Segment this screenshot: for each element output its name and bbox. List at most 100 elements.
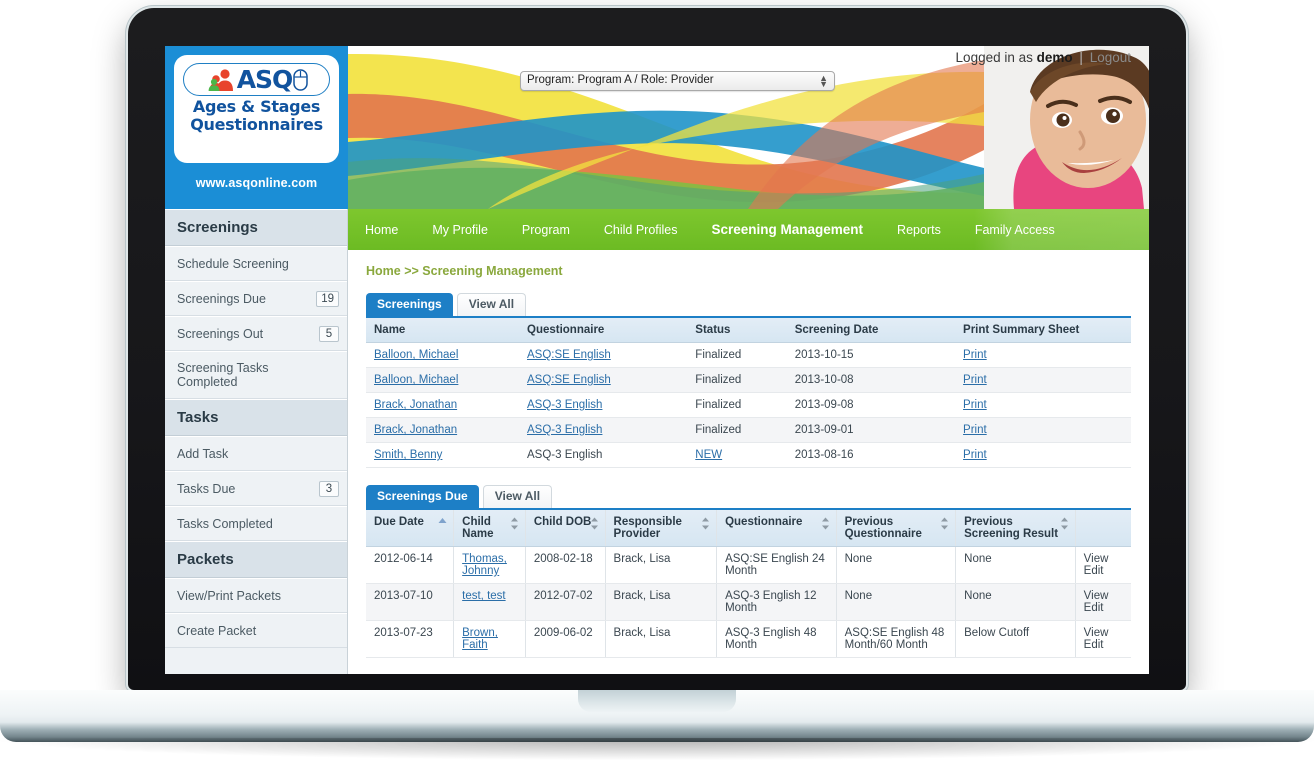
sidebar-item-screenings-due[interactable]: Screenings Due19 — [165, 281, 347, 316]
computer-mouse-icon — [293, 69, 308, 91]
screenings-tab-screenings[interactable]: Screenings — [366, 293, 453, 316]
laptop-trackpad-notch — [578, 690, 736, 712]
action-view-link[interactable]: View — [1084, 590, 1123, 602]
column-header-label: Responsible Provider — [614, 516, 682, 540]
cell-questionnaire[interactable]: ASQ-3 English — [519, 418, 687, 443]
cell-questionnaire-link[interactable]: ASQ-3 English — [527, 424, 602, 436]
nav-item-reports[interactable]: Reports — [897, 223, 941, 237]
column-header-questionnaire[interactable]: Questionnaire — [717, 509, 837, 547]
action-edit-link[interactable]: Edit — [1084, 565, 1123, 577]
action-view-link[interactable]: View — [1084, 627, 1123, 639]
column-header-print-summary-sheet[interactable]: Print Summary Sheet — [955, 317, 1131, 343]
cell-print-summary-link[interactable]: Print — [963, 424, 987, 436]
column-header-actions — [1075, 509, 1131, 547]
nav-item-home[interactable]: Home — [365, 223, 398, 237]
table-row: 2013-07-23Brown, Faith2009-06-02Brack, L… — [366, 621, 1131, 658]
cell-print-summary[interactable]: Print — [955, 418, 1131, 443]
breadcrumb: Home >> Screening Management — [366, 264, 1131, 278]
column-header-child-name[interactable]: Child Name — [454, 509, 526, 547]
cell-name-link[interactable]: Brack, Jonathan — [374, 399, 457, 411]
sidebar-item-tasks-due[interactable]: Tasks Due3 — [165, 471, 347, 506]
cell-name-link[interactable]: Balloon, Michael — [374, 374, 458, 386]
sidebar-item-tasks-completed[interactable]: Tasks Completed — [165, 506, 347, 541]
cell-name[interactable]: Balloon, Michael — [366, 343, 519, 368]
column-header-status[interactable]: Status — [687, 317, 786, 343]
cell-responsible-provider: Brack, Lisa — [605, 547, 717, 584]
cell-questionnaire: ASQ:SE English 24 Month — [717, 547, 837, 584]
column-header-responsible-provider[interactable]: Responsible Provider — [605, 509, 717, 547]
cell-questionnaire[interactable]: ASQ:SE English — [519, 368, 687, 393]
cell-status[interactable]: NEW — [687, 443, 786, 468]
screenings-tab-view-all[interactable]: View All — [457, 293, 526, 316]
screenings-due-tab-screenings-due[interactable]: Screenings Due — [366, 485, 479, 508]
cell-name-link[interactable]: Balloon, Michael — [374, 349, 458, 361]
sidebar-item-create-packet[interactable]: Create Packet — [165, 613, 347, 648]
cell-child-name[interactable]: Brown, Faith — [454, 621, 526, 658]
cell-print-summary[interactable]: Print — [955, 393, 1131, 418]
cell-print-summary-link[interactable]: Print — [963, 349, 987, 361]
column-header-previous-questionnaire[interactable]: Previous Questionnaire — [836, 509, 956, 547]
sidebar-item-schedule-screening[interactable]: Schedule Screening — [165, 246, 347, 281]
cell-print-summary[interactable]: Print — [955, 368, 1131, 393]
screenings-due-panel: Screenings DueView All Due DateChild Nam… — [366, 484, 1131, 658]
right-column: Logged in as demo | Logout Program: Prog… — [348, 46, 1149, 674]
logout-link[interactable]: Logout — [1090, 50, 1131, 65]
cell-due-date: 2012-06-14 — [366, 547, 454, 584]
action-edit-link[interactable]: Edit — [1084, 639, 1123, 651]
cell-name[interactable]: Brack, Jonathan — [366, 418, 519, 443]
cell-name-link[interactable]: Smith, Benny — [374, 449, 442, 461]
cell-questionnaire[interactable]: ASQ-3 English — [519, 393, 687, 418]
column-header-previous-screening-result[interactable]: Previous Screening Result — [956, 509, 1076, 547]
child-photo — [984, 46, 1149, 209]
cell-responsible-provider: Brack, Lisa — [605, 621, 717, 658]
sidebar-item-badge: 5 — [319, 326, 339, 342]
column-header-name[interactable]: Name — [366, 317, 519, 343]
nav-item-family-access[interactable]: Family Access — [975, 223, 1055, 237]
cell-questionnaire-link[interactable]: ASQ-3 English — [527, 399, 602, 411]
cell-name[interactable]: Balloon, Michael — [366, 368, 519, 393]
column-header-label: Previous Questionnaire — [845, 516, 922, 540]
screenings-due-tab-view-all[interactable]: View All — [483, 485, 552, 508]
cell-print-summary[interactable]: Print — [955, 343, 1131, 368]
cell-print-summary-link[interactable]: Print — [963, 449, 987, 461]
sidebar-item-screening-tasks-completed[interactable]: Screening Tasks Completed — [165, 351, 347, 399]
cell-child-name-link[interactable]: Thomas, Johnny — [462, 553, 507, 577]
left-column: ASQ Ages & Stages Questionnaires — [165, 46, 348, 674]
nav-item-my-profile[interactable]: My Profile — [432, 223, 488, 237]
cell-child-name-link[interactable]: test, test — [462, 590, 505, 602]
action-view-link[interactable]: View — [1084, 553, 1123, 565]
sidebar-item-screenings-out[interactable]: Screenings Out5 — [165, 316, 347, 351]
program-role-selector[interactable]: Program: Program A / Role: Provider ▲▼ — [520, 71, 835, 91]
cell-child-name[interactable]: Thomas, Johnny — [454, 547, 526, 584]
column-header-screening-date[interactable]: Screening Date — [787, 317, 955, 343]
cell-questionnaire-link[interactable]: ASQ:SE English — [527, 374, 611, 386]
sidebar-item-view-print-packets[interactable]: View/Print Packets — [165, 578, 347, 613]
cell-status-link[interactable]: NEW — [695, 449, 722, 461]
main-navigation-bar: Home My Profile Program Child Profiles Scree… — [348, 209, 1149, 250]
cell-questionnaire-link[interactable]: ASQ:SE English — [527, 349, 611, 361]
column-header-questionnaire[interactable]: Questionnaire — [519, 317, 687, 343]
cell-name-link[interactable]: Brack, Jonathan — [374, 424, 457, 436]
cell-print-summary-link[interactable]: Print — [963, 399, 987, 411]
cell-name[interactable]: Smith, Benny — [366, 443, 519, 468]
nav-item-child-profiles[interactable]: Child Profiles — [604, 223, 678, 237]
cell-questionnaire[interactable]: ASQ:SE English — [519, 343, 687, 368]
cell-previous-screening-result: None — [956, 547, 1076, 584]
column-header-due-date[interactable]: Due Date — [366, 509, 454, 547]
nav-item-program[interactable]: Program — [522, 223, 570, 237]
sidebar-item-label: Screenings Due — [177, 292, 266, 306]
cell-previous-screening-result: None — [956, 584, 1076, 621]
sidebar-item-add-task[interactable]: Add Task — [165, 436, 347, 471]
nav-item-screening-management[interactable]: Screening Management — [712, 222, 864, 237]
laptop-mockup: ASQ Ages & Stages Questionnaires — [0, 0, 1314, 760]
cell-print-summary-link[interactable]: Print — [963, 374, 987, 386]
column-header-child-dob[interactable]: Child DOB — [525, 509, 605, 547]
cell-print-summary[interactable]: Print — [955, 443, 1131, 468]
cell-child-name-link[interactable]: Brown, Faith — [462, 627, 498, 651]
action-edit-link[interactable]: Edit — [1084, 602, 1123, 614]
sidebar-group-screenings: Screenings — [165, 209, 347, 246]
cell-name[interactable]: Brack, Jonathan — [366, 393, 519, 418]
cell-child-name[interactable]: test, test — [454, 584, 526, 621]
screenings-due-table-body: 2012-06-14Thomas, Johnny2008-02-18Brack,… — [366, 547, 1131, 658]
table-row: 2012-06-14Thomas, Johnny2008-02-18Brack,… — [366, 547, 1131, 584]
